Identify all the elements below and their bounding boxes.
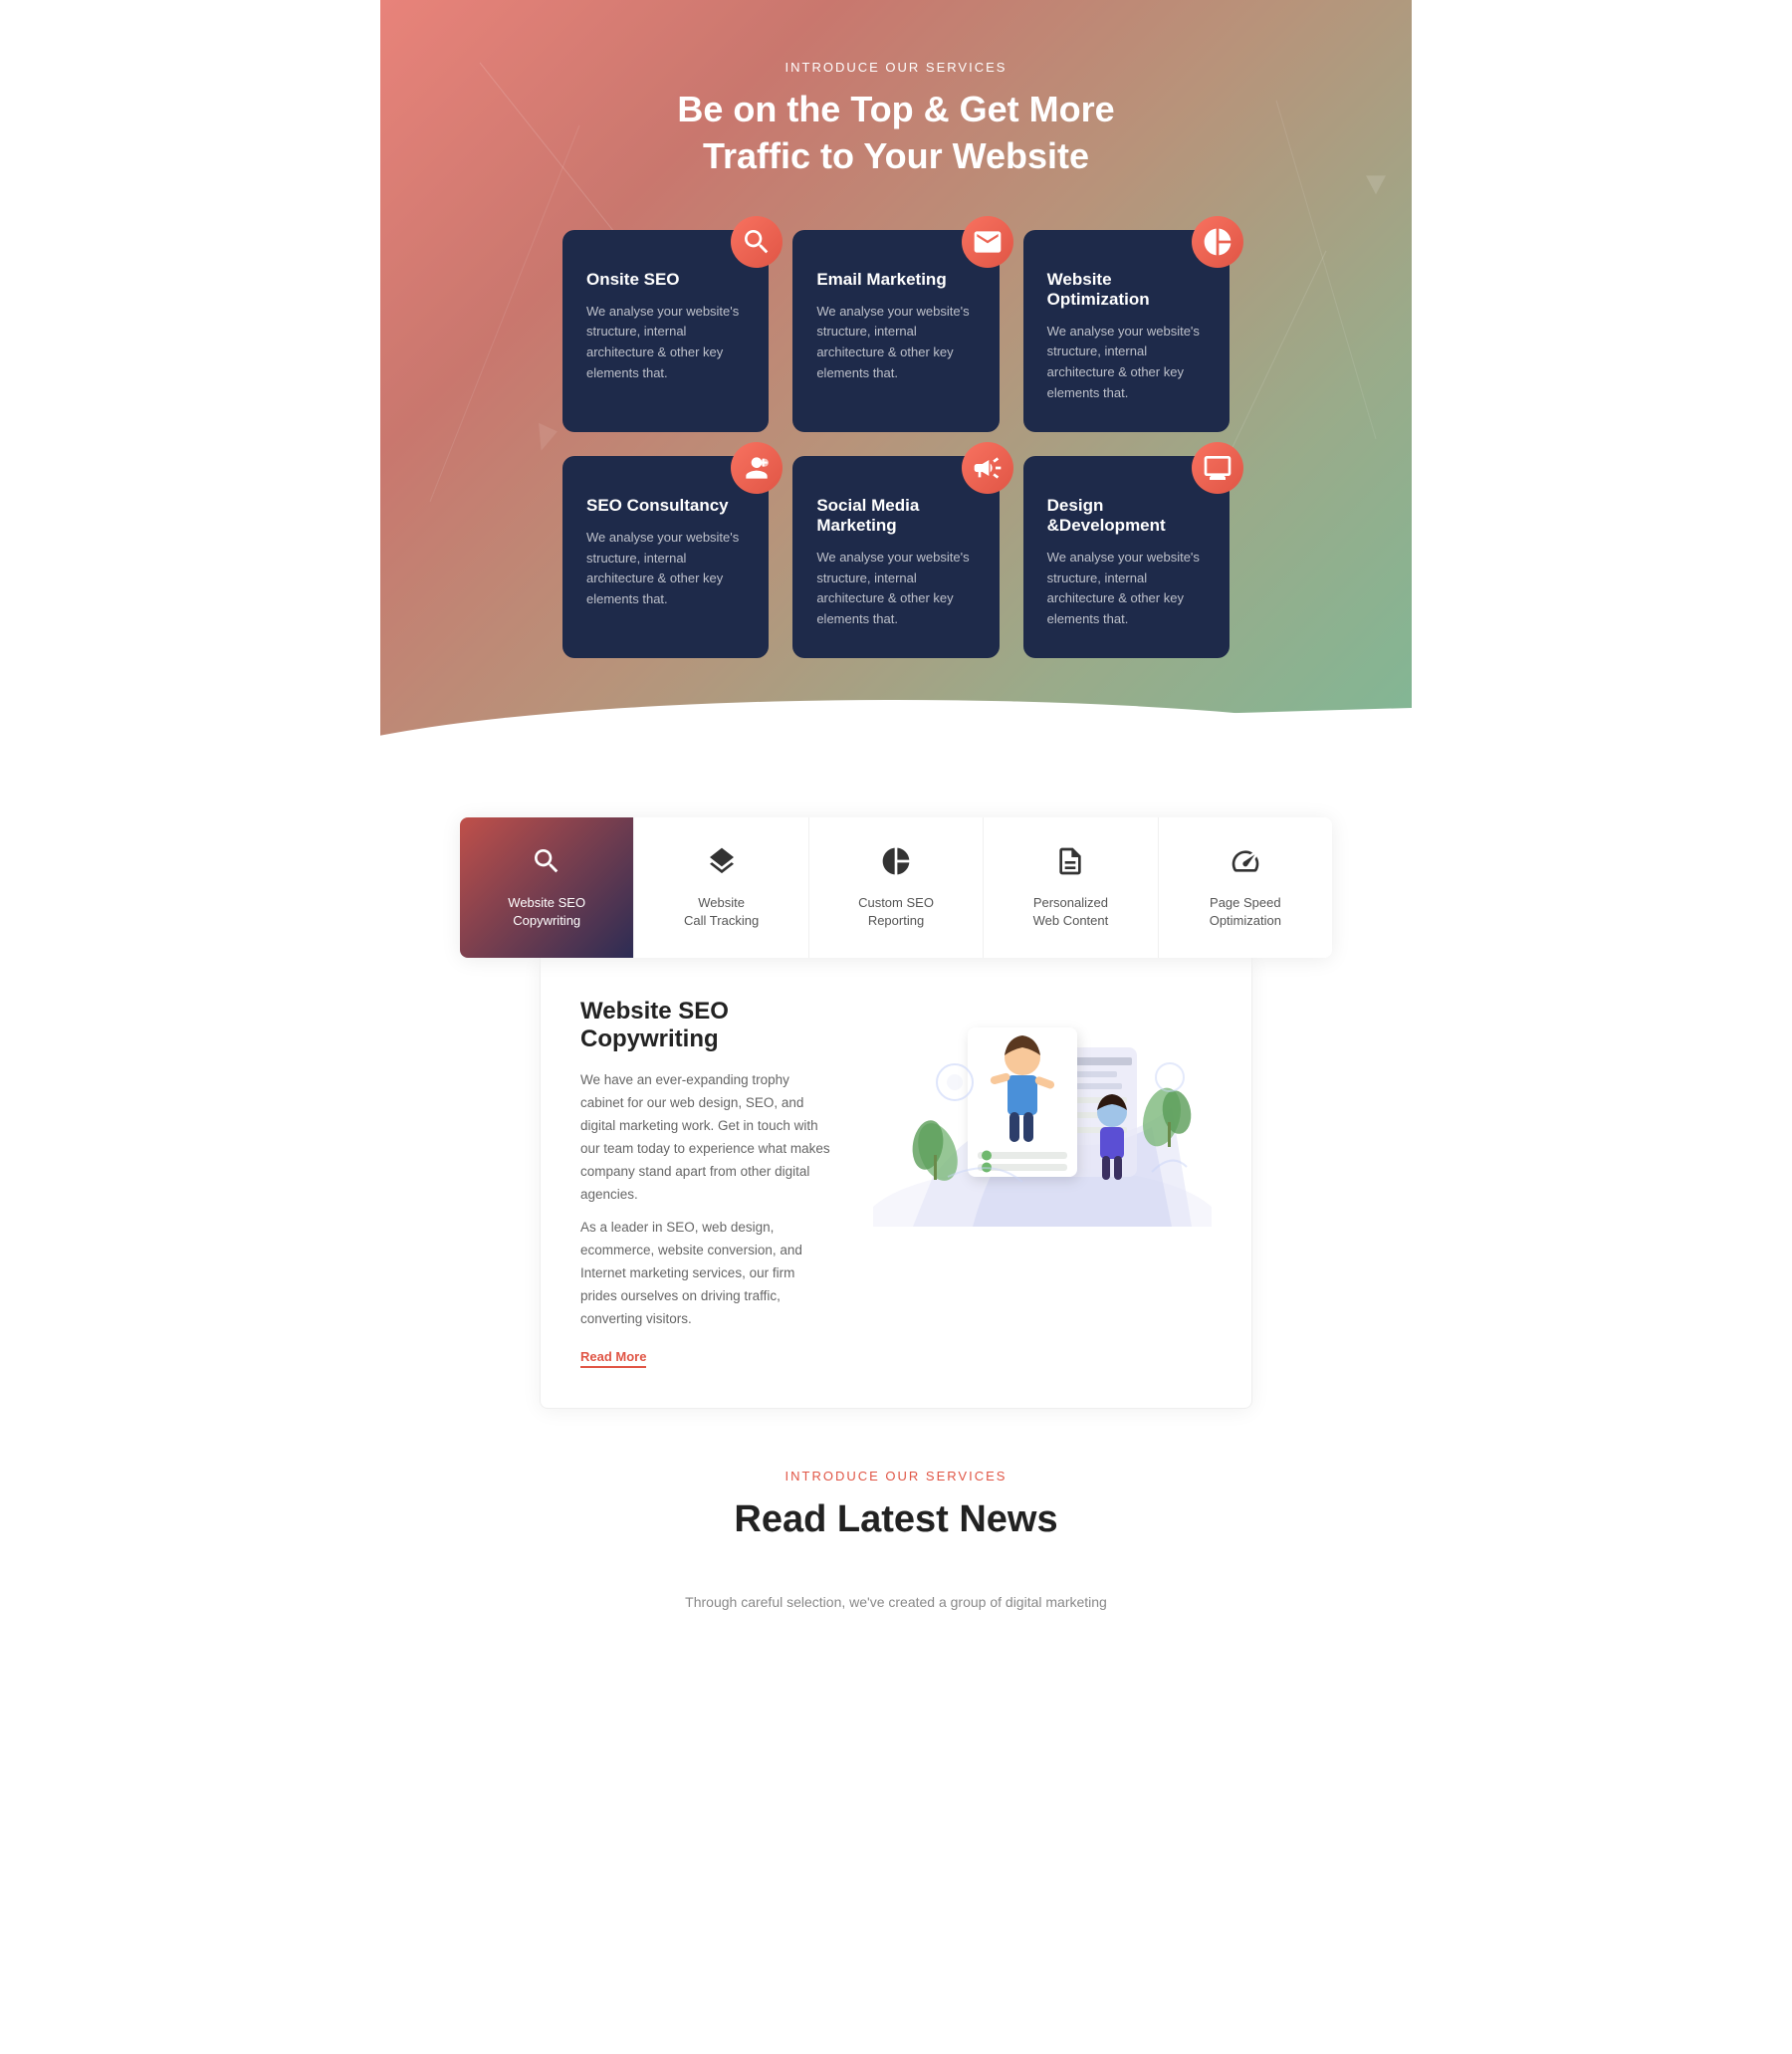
card-title: Onsite SEO [586, 270, 745, 290]
speedometer-tab-icon [1230, 845, 1261, 884]
megaphone-icon [962, 442, 1013, 494]
content-para2: As a leader in SEO, web design, ecommerc… [580, 1217, 833, 1331]
pie-chart-icon [1192, 216, 1243, 268]
services-title: Be on the Top & Get More Traffic to Your… [380, 87, 1412, 180]
tab-page-speed[interactable]: Page SpeedOptimization [1159, 817, 1332, 958]
news-title: Read Latest News [460, 1495, 1332, 1544]
tab-web-content[interactable]: PersonalizedWeb Content [984, 817, 1158, 958]
tab-label: Custom SEOReporting [858, 894, 934, 930]
card-title: Email Marketing [816, 270, 975, 290]
pie-tab-icon [880, 845, 912, 884]
content-panel: Website SEO Copywriting We have an ever-… [540, 958, 1252, 1408]
service-card-social-media[interactable]: Social Media Marketing We analyse your w… [792, 456, 999, 658]
service-card-email-marketing[interactable]: Email Marketing We analyse your website'… [792, 230, 999, 432]
card-desc: We analyse your website's structure, int… [586, 528, 745, 610]
tab-call-tracking[interactable]: WebsiteCall Tracking [634, 817, 808, 958]
content-text: Website SEO Copywriting We have an ever-… [580, 998, 833, 1367]
content-title: Website SEO Copywriting [580, 998, 833, 1053]
services-section: INTRODUCE OUR SERVICES Be on the Top & G… [380, 0, 1412, 778]
content-para1: We have an ever-expanding trophy cabinet… [580, 1069, 833, 1207]
read-more-link[interactable]: Read More [580, 1349, 646, 1368]
card-desc: We analyse your website's structure, int… [816, 548, 975, 630]
email-icon [962, 216, 1013, 268]
card-desc: We analyse your website's structure, int… [1047, 322, 1206, 404]
tabs-row: Website SEOCopywriting WebsiteCall Track… [460, 817, 1332, 958]
card-desc: We analyse your website's structure, int… [816, 302, 975, 384]
search-tab-icon [531, 845, 562, 884]
services-grid: Onsite SEO We analyse your website's str… [523, 230, 1269, 658]
layers-tab-icon [706, 845, 738, 884]
document-tab-icon [1054, 845, 1086, 884]
monitor-icon [1192, 442, 1243, 494]
services-label: INTRODUCE OUR SERVICES [380, 60, 1412, 75]
service-card-seo-consultancy[interactable]: SEO Consultancy We analyse your website'… [562, 456, 769, 658]
card-desc: We analyse your website's structure, int… [586, 302, 745, 384]
tab-seo-copywriting[interactable]: Website SEOCopywriting [460, 817, 634, 958]
card-title: Social Media Marketing [816, 496, 975, 536]
service-card-website-optimization[interactable]: Website Optimization We analyse your web… [1023, 230, 1230, 432]
content-illustration [873, 998, 1212, 1232]
person-icon [731, 442, 783, 494]
card-desc: We analyse your website's structure, int… [1047, 548, 1206, 630]
service-card-onsite-seo[interactable]: Onsite SEO We analyse your website's str… [562, 230, 769, 432]
news-section: INTRODUCE OUR SERVICES Read Latest News … [380, 1409, 1412, 1650]
news-label: INTRODUCE OUR SERVICES [460, 1469, 1332, 1483]
card-title: Website Optimization [1047, 270, 1206, 310]
news-subtitle: Through careful selection, we've created… [460, 1594, 1332, 1610]
tab-label: Page SpeedOptimization [1210, 894, 1281, 930]
card-title: Design &Development [1047, 496, 1206, 536]
search-icon [731, 216, 783, 268]
tab-label: PersonalizedWeb Content [1033, 894, 1109, 930]
tabs-section: Website SEOCopywriting WebsiteCall Track… [380, 778, 1412, 1409]
service-card-design-dev[interactable]: Design &Development We analyse your webs… [1023, 456, 1230, 658]
tab-label: WebsiteCall Tracking [684, 894, 759, 930]
tab-custom-seo[interactable]: Custom SEOReporting [809, 817, 984, 958]
card-title: SEO Consultancy [586, 496, 745, 516]
tab-label: Website SEOCopywriting [508, 894, 585, 930]
